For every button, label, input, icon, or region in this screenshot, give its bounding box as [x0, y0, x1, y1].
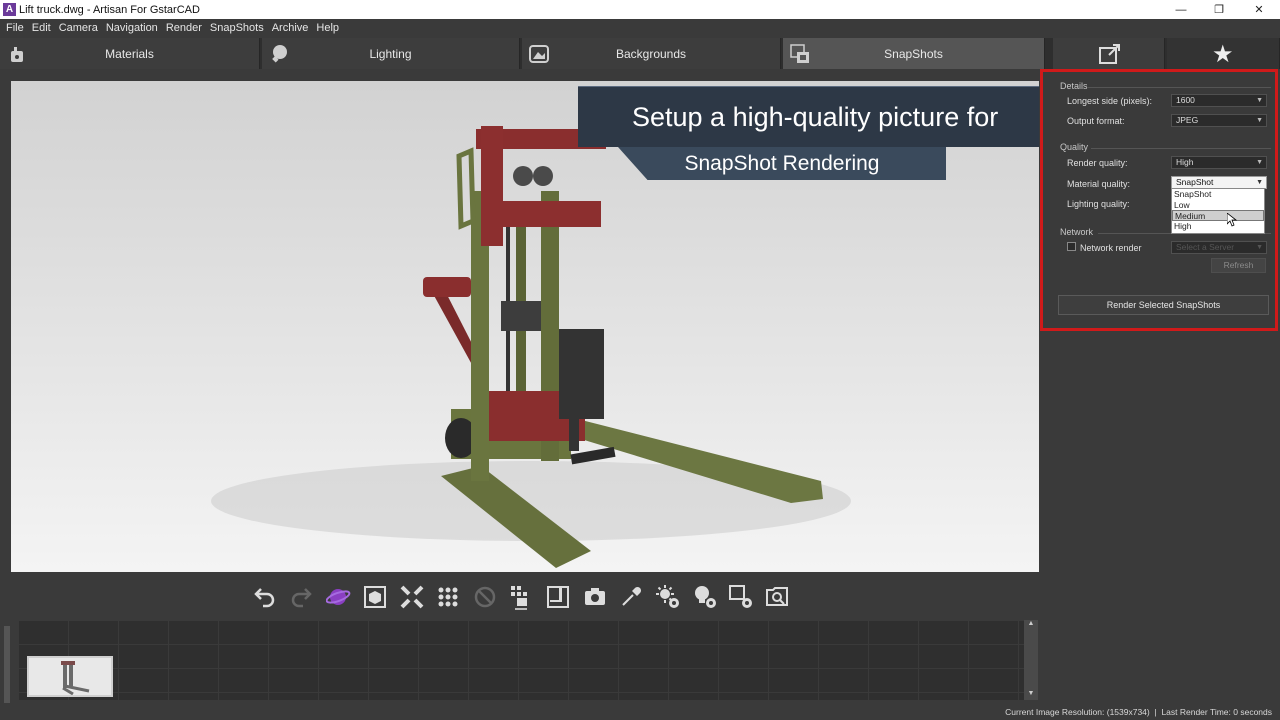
snapshot-filmstrip[interactable]: [18, 620, 1024, 700]
menu-file[interactable]: File: [2, 22, 28, 34]
chevron-down-icon: ▼: [1256, 117, 1263, 124]
chevron-down-icon: ▼: [1256, 179, 1263, 186]
network-render-label: Network render: [1080, 243, 1142, 253]
menu-render[interactable]: Render: [162, 22, 206, 34]
divider: [1088, 87, 1271, 88]
add-snapshot-icon[interactable]: [508, 584, 534, 610]
status-text: Current Image Resolution: (1539x734) | L…: [1005, 707, 1272, 717]
render-settings-icon[interactable]: [728, 584, 754, 610]
render-quality-select[interactable]: High ▼: [1171, 156, 1267, 169]
material-quality-dropdown[interactable]: SnapShot Low Medium High: [1171, 188, 1265, 234]
disabled-icon: [472, 584, 498, 610]
sun-settings-icon[interactable]: [655, 584, 681, 610]
quality-heading: Quality: [1060, 142, 1089, 152]
light-settings-icon[interactable]: [692, 584, 718, 610]
restore-button[interactable]: ❐: [1199, 0, 1239, 19]
fit-icon[interactable]: [399, 584, 425, 610]
tab-lighting[interactable]: Lighting: [262, 38, 520, 69]
option-low[interactable]: Low: [1172, 200, 1264, 211]
menu-help[interactable]: Help: [312, 22, 343, 34]
window-title: Lift truck.dwg - Artisan For GstarCAD: [19, 3, 200, 16]
render-quality-value: High: [1176, 157, 1194, 167]
tutorial-banner-title: Setup a high-quality picture for: [578, 86, 1039, 147]
status-bar: Current Image Resolution: (1539x734) | L…: [0, 703, 1280, 720]
menu-archive[interactable]: Archive: [268, 22, 313, 34]
option-high[interactable]: High: [1172, 221, 1264, 232]
lighting-quality-label: Lighting quality:: [1067, 199, 1130, 209]
tutorial-banner-subtitle: SnapShot Rendering: [618, 147, 946, 180]
menu-bar: File Edit Camera Navigation Render SnapS…: [0, 19, 1280, 37]
tab-export[interactable]: [1053, 38, 1165, 69]
export-icon: [1099, 44, 1120, 64]
longest-side-value: 1600: [1176, 95, 1195, 105]
chevron-down-icon: ▼: [1256, 244, 1263, 251]
longest-side-label: Longest side (pixels):: [1067, 96, 1153, 106]
details-heading: Details: [1060, 81, 1088, 91]
filmstrip-scrollbar[interactable]: ▲ ▼: [1024, 620, 1038, 700]
menu-edit[interactable]: Edit: [28, 22, 55, 34]
orbit-icon[interactable]: [326, 584, 352, 610]
output-format-label: Output format:: [1067, 116, 1125, 126]
tab-materials[interactable]: Materials: [0, 38, 260, 69]
network-heading: Network: [1060, 227, 1094, 237]
divider: [1091, 148, 1271, 149]
3d-viewport[interactable]: Setup a high-quality picture for SnapSho…: [11, 81, 1039, 572]
image-resolution: Current Image Resolution: (1539x734): [1005, 707, 1150, 717]
star-icon: ★: [1212, 41, 1234, 68]
scroll-up-icon[interactable]: ▲: [1024, 620, 1038, 630]
output-format-select[interactable]: JPEG ▼: [1171, 114, 1267, 127]
undo-icon[interactable]: [252, 584, 278, 610]
refresh-button: Refresh: [1211, 258, 1266, 273]
tab-backgrounds[interactable]: Backgrounds: [522, 38, 781, 69]
mouse-cursor-icon: [1227, 213, 1237, 227]
chevron-down-icon: ▼: [1256, 159, 1263, 166]
option-medium[interactable]: Medium: [1172, 210, 1264, 221]
status-separator: |: [1154, 707, 1157, 717]
network-server-placeholder: Select a Server: [1176, 242, 1235, 252]
snapshot-thumbnail[interactable]: [27, 656, 113, 697]
viewport-toolbar: [0, 578, 1040, 616]
zoom-view-icon[interactable]: [765, 584, 791, 610]
option-snapshot[interactable]: SnapShot: [1172, 189, 1264, 200]
tab-label: Materials: [105, 46, 154, 61]
network-server-select: Select a Server ▼: [1171, 241, 1267, 254]
menu-camera[interactable]: Camera: [55, 22, 102, 34]
cube-view-icon[interactable]: [362, 584, 388, 610]
tab-bar: Materials Lighting Backgrounds SnapShots…: [0, 38, 1280, 69]
title-bar: A Lift truck.dwg - Artisan For GstarCAD …: [0, 0, 1280, 19]
grid-icon[interactable]: [435, 584, 461, 610]
tab-label: SnapShots: [884, 46, 943, 61]
material-quality-value: SnapShot: [1176, 177, 1214, 187]
close-button[interactable]: ✕: [1239, 0, 1279, 19]
output-format-value: JPEG: [1176, 115, 1199, 125]
tab-snapshots[interactable]: SnapShots: [783, 38, 1045, 69]
tab-label: Lighting: [369, 46, 412, 61]
frame-icon[interactable]: [545, 584, 571, 610]
camera-icon[interactable]: [582, 584, 608, 610]
app-logo-icon: A: [3, 3, 16, 16]
menu-snapshots[interactable]: SnapShots: [206, 22, 268, 34]
eyedropper-icon[interactable]: [618, 584, 644, 610]
minimize-button[interactable]: —: [1161, 0, 1201, 19]
last-render-time: Last Render Time: 0 seconds: [1161, 707, 1272, 717]
redo-icon[interactable]: [288, 584, 314, 610]
tab-favorites[interactable]: ★: [1167, 38, 1280, 69]
filmstrip-splitter[interactable]: [4, 626, 10, 706]
render-selected-snapshots-button[interactable]: Render Selected SnapShots: [1058, 295, 1269, 315]
tab-label: Backgrounds: [615, 46, 687, 61]
menu-navigation[interactable]: Navigation: [102, 22, 162, 34]
chevron-down-icon: ▼: [1256, 97, 1263, 104]
longest-side-select[interactable]: 1600 ▼: [1171, 94, 1267, 107]
render-quality-label: Render quality:: [1067, 158, 1128, 168]
material-quality-label: Material quality:: [1067, 179, 1131, 189]
network-render-checkbox[interactable]: [1067, 242, 1076, 251]
scroll-down-icon[interactable]: ▼: [1024, 690, 1038, 700]
